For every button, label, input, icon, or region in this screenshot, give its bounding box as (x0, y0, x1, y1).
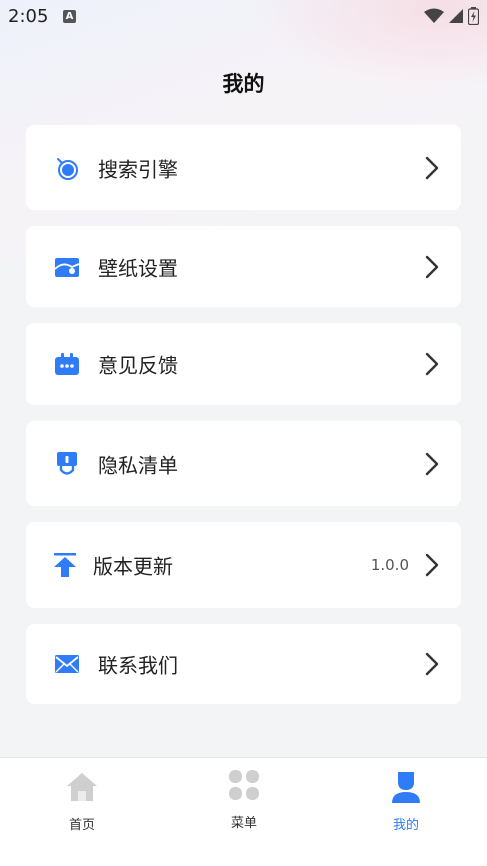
menu-item-privacy[interactable]: 隐私清单 (26, 421, 461, 506)
menu-item-label: 版本更新 (93, 554, 173, 579)
privacy-icon (57, 451, 77, 475)
menu-item-label: 壁纸设置 (98, 256, 178, 280)
signal-icon (449, 9, 463, 23)
a-letter-icon: A (63, 10, 76, 23)
wifi-icon (424, 8, 444, 23)
page-title: 我的 (222, 72, 265, 96)
menu-item-feedback[interactable]: 意见反馈 (26, 323, 461, 405)
menu-grid-icon (229, 770, 259, 800)
menu-item-label: 联系我们 (98, 653, 178, 678)
chevron-right-icon (425, 452, 439, 475)
wallpaper-icon (54, 257, 80, 277)
status-indicators (424, 7, 479, 25)
chevron-right-icon (425, 352, 439, 376)
menu-item-contact-us[interactable]: 联系我们 (26, 624, 461, 704)
update-icon (54, 553, 76, 577)
chevron-right-icon (425, 553, 439, 577)
chevron-right-icon (425, 255, 439, 278)
menu-item-label: 意见反馈 (98, 353, 178, 378)
chevron-right-icon (425, 156, 439, 179)
nav-item-home[interactable]: 首页 (32, 770, 132, 833)
search-engine-icon (57, 157, 78, 180)
mail-icon (55, 655, 79, 673)
nav-label: 我的 (392, 818, 419, 833)
home-icon (67, 773, 97, 801)
menu-item-search-engine[interactable]: 搜索引擎 (26, 125, 461, 210)
menu-item-version-update[interactable]: 版本更新 1.0.0 (26, 522, 461, 608)
bottom-nav: 首页 菜单 我的 (0, 757, 487, 866)
version-number: 1.0.0 (370, 556, 409, 574)
menu-item-label: 隐私清单 (98, 453, 178, 477)
status-bar: 2:05 A (0, 0, 487, 34)
battery-icon (468, 7, 479, 25)
nav-label: 菜单 (230, 816, 257, 831)
menu-item-wallpaper[interactable]: 壁纸设置 (26, 226, 461, 307)
feedback-icon (55, 353, 79, 375)
nav-item-menu[interactable]: 菜单 (194, 768, 294, 831)
nav-label: 首页 (68, 818, 95, 833)
status-time: 2:05 (8, 6, 49, 27)
chevron-right-icon (425, 652, 439, 676)
profile-icon (392, 772, 420, 803)
nav-item-profile[interactable]: 我的 (356, 770, 456, 833)
menu-item-label: 搜索引擎 (98, 157, 178, 181)
